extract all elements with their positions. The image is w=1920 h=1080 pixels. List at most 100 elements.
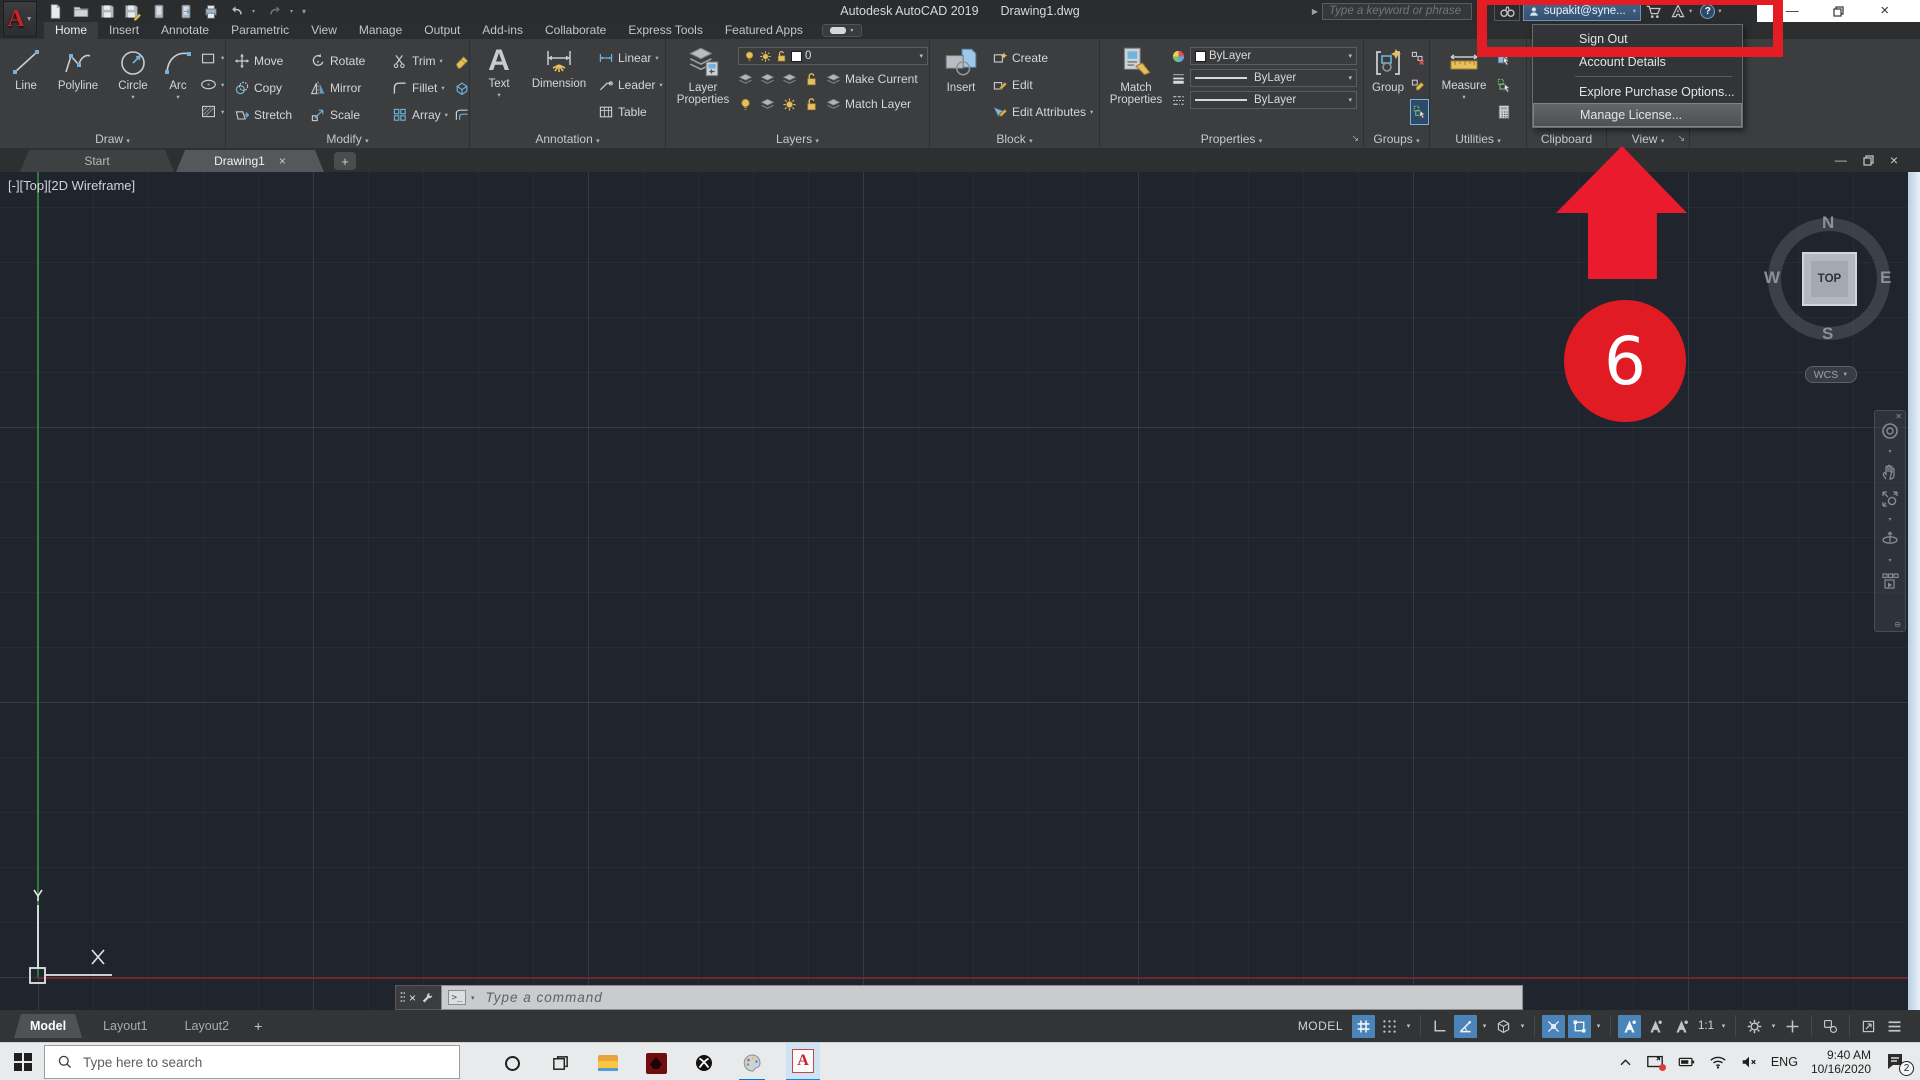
panel-label-utilities[interactable]: Utilities ▾	[1430, 132, 1526, 146]
open-from-web-mobile-button[interactable]	[148, 1, 170, 21]
array-button[interactable]: Array▾	[392, 102, 454, 128]
viewcube-west[interactable]: W	[1764, 268, 1780, 288]
ungroup-button[interactable]	[1410, 45, 1429, 71]
chevron-down-icon[interactable]: ▾	[471, 994, 475, 1002]
snap-toggle[interactable]	[1378, 1015, 1401, 1038]
layer-thaw-all-icon[interactable]	[760, 97, 775, 112]
panel-label-clipboard[interactable]: Clipboard	[1527, 132, 1606, 146]
customize-qat-button[interactable]: ▾	[302, 7, 310, 16]
gear-dropdown-icon[interactable]: ▾	[1769, 1022, 1778, 1030]
clean-screen-button[interactable]	[1857, 1015, 1880, 1038]
scale-button[interactable]: Scale	[310, 102, 392, 128]
layer-isolate-icon[interactable]	[738, 72, 753, 87]
navbar-close-icon[interactable]: ✕	[1895, 412, 1902, 421]
tab-manage[interactable]: Manage	[348, 22, 413, 39]
new-drawing-button[interactable]: +	[334, 152, 356, 170]
ribbon-display-options-button[interactable]: ▾	[822, 24, 862, 37]
lineweight-combo[interactable]: ByLayer▾	[1190, 69, 1357, 87]
match-properties-button[interactable]: Match Properties	[1106, 43, 1166, 127]
layout1-tab[interactable]: Layout1	[87, 1014, 163, 1038]
object-snap-toggle[interactable]	[1568, 1015, 1591, 1038]
layout2-tab[interactable]: Layout2	[169, 1014, 245, 1038]
layer-unlock2-icon[interactable]	[804, 97, 819, 112]
isometric-drafting-toggle[interactable]	[1492, 1015, 1515, 1038]
move-button[interactable]: Move	[234, 48, 310, 74]
close-button[interactable]: ×	[1870, 0, 1900, 22]
viewcube-east[interactable]: E	[1880, 268, 1891, 288]
iso-dropdown-icon[interactable]: ▾	[1518, 1022, 1527, 1030]
tab-output[interactable]: Output	[413, 22, 471, 39]
panel-expander-icon[interactable]: ↘	[1351, 133, 1359, 144]
navbar-menu-icon[interactable]: ⊖	[1894, 620, 1901, 629]
group-edit-button[interactable]	[1410, 72, 1429, 98]
grid-toggle[interactable]	[1352, 1015, 1375, 1038]
quick-select2-button[interactable]	[1496, 72, 1512, 98]
panel-label-draw[interactable]: Draw ▾	[0, 132, 225, 146]
panel-label-properties[interactable]: Properties ▾	[1100, 132, 1363, 146]
tab-express-tools[interactable]: Express Tools	[617, 22, 713, 39]
redo-button[interactable]	[264, 1, 286, 21]
vertical-scrollbar[interactable]	[1908, 172, 1920, 1010]
cortana-button[interactable]	[497, 1048, 527, 1078]
drawing-restore-button[interactable]	[1863, 155, 1874, 166]
taskbar-search-box[interactable]: Type here to search	[44, 1045, 460, 1079]
group-selection-toggle[interactable]	[1410, 99, 1429, 125]
viewcube-top-face[interactable]: TOP	[1802, 252, 1857, 306]
tab-collaborate[interactable]: Collaborate	[534, 22, 617, 39]
workspace-gear-button[interactable]	[1743, 1015, 1766, 1038]
infocenter-search-input[interactable]	[1322, 3, 1472, 20]
language-indicator[interactable]: ENG	[1771, 1055, 1798, 1069]
redo-dropdown-icon[interactable]: ▾	[290, 8, 298, 15]
customization-menu-button[interactable]	[1883, 1015, 1906, 1038]
dimension-button[interactable]: Dimension	[526, 43, 592, 127]
panel-expander-icon[interactable]: ↘	[1677, 133, 1685, 144]
snap-dropdown-icon[interactable]: ▾	[1404, 1022, 1413, 1030]
line-button[interactable]: Line	[6, 43, 46, 127]
tab-insert[interactable]: Insert	[98, 22, 150, 39]
trim-button[interactable]: Trim▾	[392, 48, 454, 74]
save-to-web-mobile-button[interactable]	[174, 1, 196, 21]
file-explorer-button[interactable]	[593, 1048, 623, 1078]
linetype-icon[interactable]	[1171, 93, 1186, 108]
make-current-button[interactable]: Make Current	[826, 66, 918, 92]
isolate-objects-button[interactable]	[1819, 1015, 1842, 1038]
recent-commands-icon[interactable]: >_	[448, 990, 466, 1005]
edit-block-button[interactable]: Edit	[992, 72, 1093, 98]
action-center-button[interactable]: 2	[1884, 1051, 1910, 1073]
showmotion-icon[interactable]	[1880, 571, 1900, 591]
command-line-handle[interactable]: ×	[395, 985, 441, 1010]
color-wheel-icon[interactable]	[1171, 49, 1186, 64]
rotate-button[interactable]: Rotate	[310, 48, 392, 74]
copy-button[interactable]: Copy	[234, 75, 310, 101]
layer-on-all-icon[interactable]	[782, 97, 797, 112]
tab-annotate[interactable]: Annotate	[150, 22, 220, 39]
zoom-extents-icon[interactable]	[1880, 489, 1900, 509]
arc-button[interactable]: Arc▾	[159, 43, 197, 127]
close-tab-icon[interactable]: ×	[279, 154, 286, 168]
layer-properties-button[interactable]: Layer Properties	[672, 43, 734, 127]
object-snap-tracking-toggle[interactable]	[1542, 1015, 1565, 1038]
full-navigation-wheel-icon[interactable]	[1880, 421, 1900, 441]
panel-label-groups[interactable]: Groups ▾	[1364, 132, 1429, 146]
orbit-icon[interactable]	[1880, 530, 1900, 550]
undo-button[interactable]	[226, 1, 248, 21]
wifi-icon[interactable]	[1709, 1053, 1727, 1071]
tab-drawing1[interactable]: Drawing1 ×	[176, 150, 324, 172]
new-button[interactable]	[44, 1, 66, 21]
task-view-button[interactable]	[545, 1048, 575, 1078]
tablet-notification-icon[interactable]	[1646, 1053, 1664, 1071]
save-button[interactable]	[96, 1, 118, 21]
leader-button[interactable]: Leader▾	[598, 72, 663, 98]
new-layout-button[interactable]: +	[254, 1018, 262, 1034]
model-space-badge[interactable]: MODEL	[1298, 1019, 1343, 1033]
menu-item-explore-purchase-options[interactable]: Explore Purchase Options...	[1533, 80, 1742, 103]
tab-view[interactable]: View	[300, 22, 348, 39]
model-tab[interactable]: Model	[14, 1014, 82, 1038]
match-layer-button[interactable]: Match Layer	[826, 91, 911, 117]
table-button[interactable]: Table	[598, 99, 663, 125]
viewcube-north[interactable]: N	[1822, 213, 1834, 233]
viewport-controls[interactable]: [-][Top][2D Wireframe]	[8, 178, 135, 193]
customize-wrench-icon[interactable]	[420, 991, 434, 1005]
panel-label-block[interactable]: Block ▾	[930, 132, 1099, 146]
undo-dropdown-icon[interactable]: ▾	[252, 8, 260, 15]
